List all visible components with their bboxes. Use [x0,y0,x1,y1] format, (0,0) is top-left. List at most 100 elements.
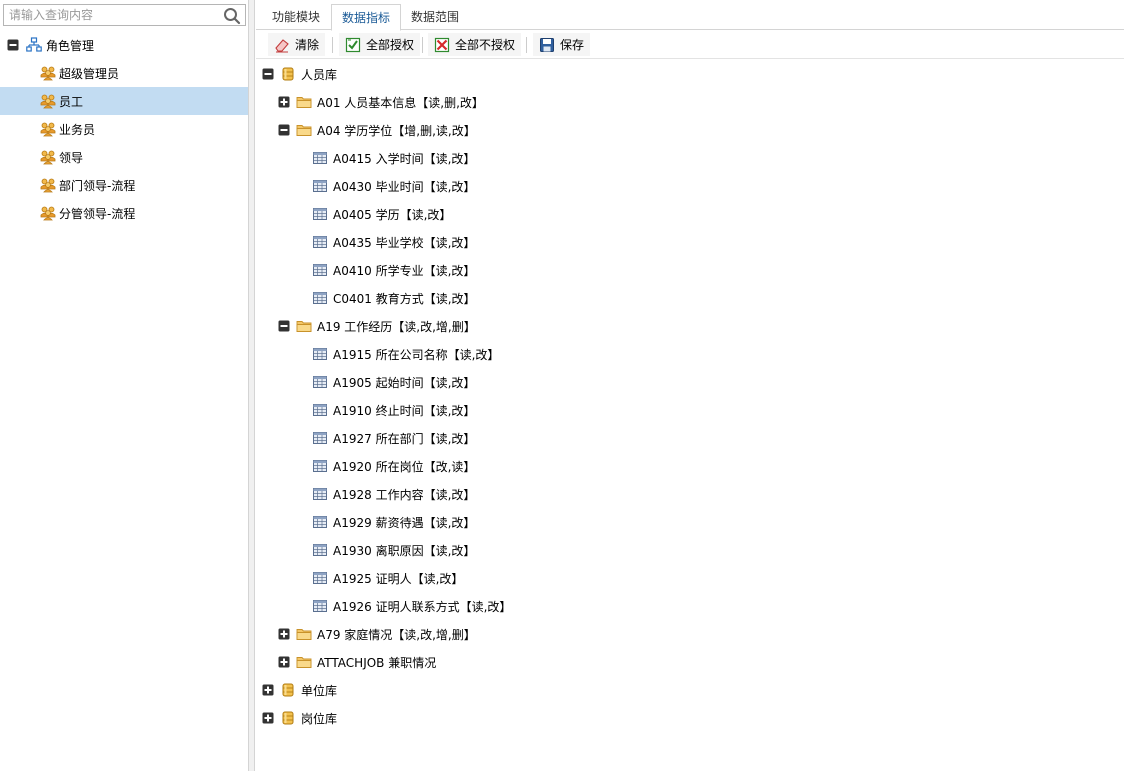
field-node[interactable]: A1928 工作内容【读,改】 [312,480,475,508]
table-icon [313,152,327,164]
save-icon [540,37,554,52]
toolbar-divider [422,37,423,53]
table-icon [313,180,327,192]
user-group-icon [40,122,56,137]
field-node[interactable]: A0430 毕业时间【读,改】 [312,172,475,200]
save-button[interactable]: 保存 [533,33,591,56]
folder-icon [296,321,312,332]
permission-panel: 功能模块 数据指标 数据范围 清除 全部授权 全部不授权 保存 人员库 A01 … [256,0,1124,771]
field-node[interactable]: A0415 入学时间【读,改】 [312,144,475,172]
database-icon [282,711,294,725]
grant-all-button[interactable]: 全部授权 [339,33,421,56]
tab-bar: 功能模块 数据指标 数据范围 [256,0,1124,31]
table-icon [313,404,327,416]
field-node[interactable]: A1925 证明人【读,改】 [312,564,463,592]
field-node[interactable]: A0410 所学专业【读,改】 [312,256,475,284]
database-icon [282,67,294,81]
folder-icon [296,629,312,640]
role-tree-root[interactable]: 角色管理 [0,31,248,59]
database-node[interactable]: 岗位库 [262,704,337,732]
tree-node-label: A1930 离职原因【读,改】 [333,543,476,558]
tree-node-label: A0430 毕业时间【读,改】 [333,179,476,194]
tree-node-label: A1928 工作内容【读,改】 [333,487,476,502]
tree-node-label: A79 家庭情况【读,改,增,删】 [317,627,476,642]
search-icon[interactable] [223,7,241,25]
tree-node-label: ATTACHJOB 兼职情况 [317,655,437,670]
field-node[interactable]: A0405 学历【读,改】 [312,200,451,228]
user-group-icon [40,94,56,109]
table-node[interactable]: A19 工作经历【读,改,增,删】 [278,312,476,340]
expand-icon[interactable] [278,96,290,108]
table-icon [313,516,327,528]
tab-function-module[interactable]: 功能模块 [262,4,330,30]
role-item[interactable]: 超级管理员 [0,59,248,87]
role-tree-panel: 角色管理 超级管理员员工业务员领导部门领导-流程分管领导-流程 [0,0,249,771]
expand-icon[interactable] [278,656,290,668]
search-input[interactable] [4,5,219,25]
revoke-all-button-label: 全部不授权 [455,38,516,52]
grant-all-button-label: 全部授权 [366,38,415,52]
tab-data-indicator[interactable]: 数据指标 [331,4,402,31]
field-node[interactable]: A1927 所在部门【读,改】 [312,424,475,452]
tab-data-scope[interactable]: 数据范围 [401,4,469,30]
database-node[interactable]: 人员库 [262,60,337,88]
folder-icon [296,657,312,668]
field-node[interactable]: A1930 离职原因【读,改】 [312,536,475,564]
table-node[interactable]: A79 家庭情况【读,改,增,删】 [278,620,476,648]
field-node[interactable]: A1926 证明人联系方式【读,改】 [312,592,511,620]
table-node[interactable]: A01 人员基本信息【读,删,改】 [278,88,484,116]
collapse-icon[interactable] [7,39,19,51]
role-item-label: 部门领导-流程 [59,178,136,193]
expand-icon[interactable] [278,628,290,640]
field-node[interactable]: A1929 薪资待遇【读,改】 [312,508,475,536]
tree-node-label: C0401 教育方式【读,改】 [333,291,476,306]
role-item-label: 分管领导-流程 [59,206,136,221]
role-item[interactable]: 业务员 [0,115,248,143]
database-node[interactable]: 单位库 [262,676,337,704]
tree-node-label: A0435 毕业学校【读,改】 [333,235,476,250]
tree-node-label: A1925 证明人【读,改】 [333,571,464,586]
role-item-label: 超级管理员 [59,66,120,81]
tree-node-label: A1920 所在岗位【改,读】 [333,459,476,474]
data-indicator-tree: 人员库 A01 人员基本信息【读,删,改】 A04 学历学位【增,删,读,改】 A04… [256,60,1124,771]
role-item[interactable]: 员工 [0,87,248,115]
panel-splitter[interactable] [249,0,255,771]
role-item-label: 领导 [59,150,84,165]
tree-node-label: A1910 终止时间【读,改】 [333,403,476,418]
tree-node-label: A1905 起始时间【读,改】 [333,375,476,390]
tree-node-label: A1929 薪资待遇【读,改】 [333,515,476,530]
collapse-icon[interactable] [278,320,290,332]
tree-node-label: A0405 学历【读,改】 [333,207,452,222]
collapse-icon[interactable] [278,124,290,136]
table-icon [313,460,327,472]
expand-icon[interactable] [262,712,274,724]
field-node[interactable]: A1915 所在公司名称【读,改】 [312,340,499,368]
field-node[interactable]: A0435 毕业学校【读,改】 [312,228,475,256]
user-group-icon [40,206,56,221]
tree-node-label: A04 学历学位【增,删,读,改】 [317,123,476,138]
field-node[interactable]: C0401 教育方式【读,改】 [312,284,476,312]
clear-button[interactable]: 清除 [268,33,326,56]
collapse-icon[interactable] [262,68,274,80]
revoke-all-button[interactable]: 全部不授权 [428,33,522,56]
role-item[interactable]: 领导 [0,143,248,171]
table-node[interactable]: A04 学历学位【增,删,读,改】 [278,116,476,144]
field-node[interactable]: A1910 终止时间【读,改】 [312,396,475,424]
table-node[interactable]: ATTACHJOB 兼职情况 [278,648,436,676]
toolbar: 清除 全部授权 全部不授权 保存 [256,31,1124,59]
field-node[interactable]: A1920 所在岗位【改,读】 [312,452,475,480]
table-icon [313,264,327,276]
clear-button-label: 清除 [295,38,320,52]
tree-node-label: A1926 证明人联系方式【读,改】 [333,599,512,614]
role-tree-root-label: 角色管理 [46,38,95,53]
tree-node-label: A0410 所学专业【读,改】 [333,263,476,278]
expand-icon[interactable] [262,684,274,696]
user-group-icon [40,150,56,165]
role-item[interactable]: 部门领导-流程 [0,171,248,199]
field-node[interactable]: A1905 起始时间【读,改】 [312,368,475,396]
role-item[interactable]: 分管领导-流程 [0,199,248,227]
table-icon [313,600,327,612]
tree-node-label: A01 人员基本信息【读,删,改】 [317,95,484,110]
revoke-all-icon [434,37,450,52]
tree-node-label: A0415 入学时间【读,改】 [333,151,476,166]
